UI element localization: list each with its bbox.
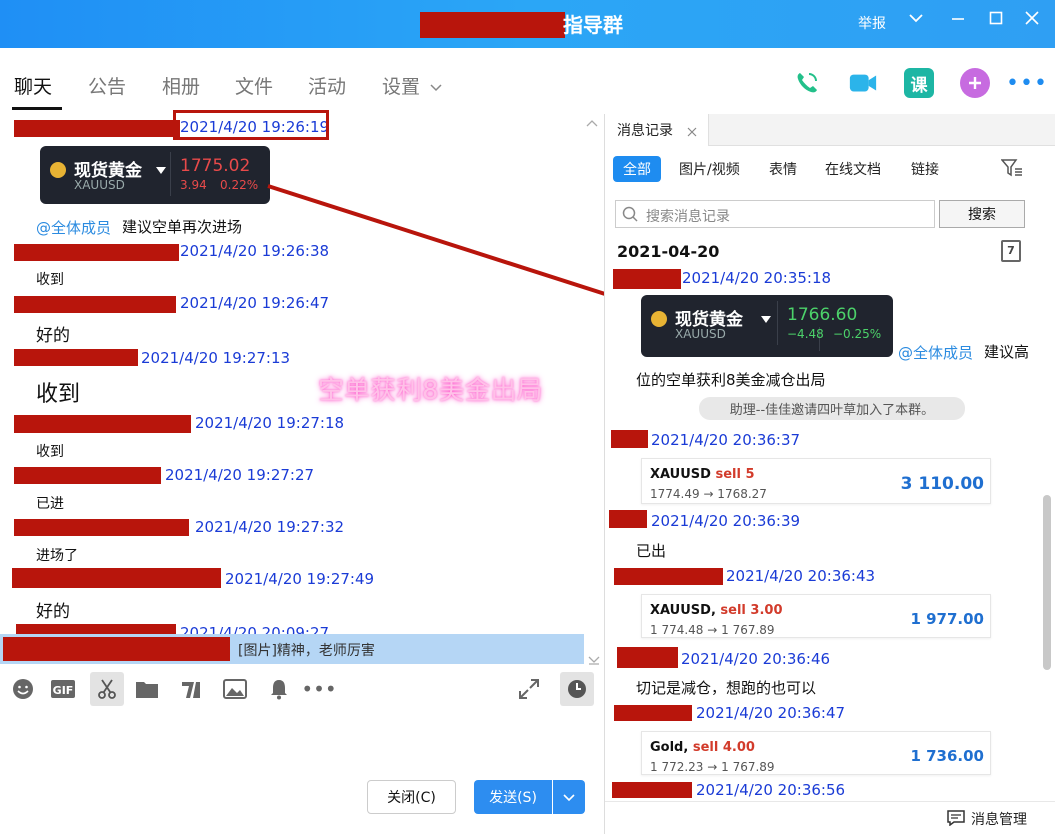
search-icon — [622, 206, 638, 226]
message-text: 建议高 — [984, 343, 1030, 361]
search-button[interactable]: 搜索 — [939, 200, 1025, 228]
history-tab-bar: 消息记录 — [605, 114, 1055, 146]
send-button[interactable]: 发送(S) — [474, 780, 552, 814]
trade-prices: 1 774.48 → 1 767.89 — [650, 623, 775, 637]
history-date: 2021-04-20 — [617, 242, 720, 261]
gold-coin-icon — [651, 311, 667, 327]
svg-text:GIF: GIF — [53, 684, 74, 697]
trade-value: 1 977.00 — [910, 610, 984, 628]
redacted-sender — [609, 510, 647, 528]
image-icon[interactable] — [222, 676, 248, 702]
filter-links[interactable]: 链接 — [911, 159, 939, 179]
history-scrollbar[interactable] — [1043, 495, 1051, 670]
system-notice: 助理--佳佳邀请四叶草加入了本群。 — [699, 397, 965, 420]
ticker-change-pct: −0.25% — [833, 327, 882, 341]
message-time: 2021/4/20 20:36:56 — [696, 781, 846, 799]
message-time: 2021/4/20 20:36:46 — [681, 650, 831, 668]
history-search-input[interactable]: 搜索消息记录 — [615, 200, 935, 228]
gold-ticker-card[interactable]: 现货黄金 XAUUSD 1766.60 −4.48 −0.25% — [641, 295, 893, 357]
message-text: 已出 — [636, 542, 667, 560]
search-placeholder: 搜索消息记录 — [646, 209, 730, 225]
trade-value: 3 110.00 — [900, 474, 984, 494]
message-time: 2021/4/20 20:36:43 — [726, 567, 876, 585]
folder-icon[interactable] — [134, 676, 160, 702]
screen-share-icon[interactable] — [178, 676, 204, 702]
filter-emoji[interactable]: 表情 — [769, 159, 797, 179]
redacted-sender — [611, 430, 648, 448]
expand-icon[interactable] — [516, 676, 542, 702]
message-time: 2021/4/20 20:35:18 — [682, 269, 832, 287]
trade-side: sell 4.00 — [692, 740, 755, 755]
redacted-sender — [614, 705, 692, 721]
quoted-message-text: [图片]精神，老师厉害 — [238, 643, 375, 659]
redacted-sender — [614, 568, 723, 585]
trade-symbol: Gold, — [650, 740, 689, 755]
close-button[interactable]: 关闭(C) — [367, 780, 456, 814]
trade-prices: 1774.49 → 1768.27 — [650, 487, 767, 501]
scissors-icon[interactable] — [90, 672, 124, 706]
filter-media[interactable]: 图片/视频 — [679, 159, 740, 179]
trade-side: sell 5 — [715, 467, 755, 482]
quoted-message-bar[interactable]: [图片]精神，老师厉害 — [0, 634, 584, 664]
filter-settings-icon[interactable] — [1000, 158, 1023, 182]
more-icon[interactable]: ••• — [301, 676, 336, 702]
trade-side: sell 3.00 — [720, 603, 783, 618]
chevron-down-icon — [563, 794, 575, 802]
mention-all[interactable]: @全体成员 — [898, 342, 973, 363]
ticker-price: 1766.60 — [787, 305, 858, 325]
message-text: 切记是减仓，想跑的也可以 — [636, 679, 817, 697]
trade-symbol: XAUUSD, — [650, 603, 716, 618]
redacted-sender — [613, 269, 681, 289]
scroll-bottom-icon[interactable] — [588, 650, 600, 669]
trade-card[interactable]: XAUUSD sell 5 1774.49 → 1768.27 3 110.00 — [641, 458, 991, 504]
input-toolbar: GIF ••• — [0, 670, 603, 710]
message-time: 2021/4/20 20:36:39 — [651, 512, 801, 530]
history-tab-label: 消息记录 — [617, 123, 673, 139]
trade-prices: 1 772.23 → 1 767.89 — [650, 760, 775, 774]
redacted-sender — [617, 647, 678, 668]
bell-icon[interactable] — [266, 676, 292, 702]
trade-symbol: XAUUSD — [650, 467, 711, 482]
divider — [777, 301, 778, 345]
history-clock-icon[interactable] — [560, 672, 594, 706]
redacted-sender — [612, 782, 692, 798]
redacted-sender — [3, 637, 230, 661]
calendar-icon[interactable]: 7 — [1001, 240, 1021, 262]
ticker-symbol: XAUUSD — [675, 327, 726, 341]
send-options-button[interactable] — [553, 780, 585, 814]
trade-value: 1 736.00 — [910, 747, 984, 765]
close-tab-icon[interactable] — [687, 122, 697, 141]
filter-docs[interactable]: 在线文档 — [825, 159, 881, 179]
trade-card[interactable]: XAUUSD, sell 3.00 1 774.48 → 1 767.89 1 … — [641, 594, 991, 638]
message-manage-button[interactable]: 消息管理 — [971, 809, 1027, 829]
gif-icon[interactable]: GIF — [50, 676, 76, 702]
message-manage-icon — [947, 810, 965, 830]
trade-card[interactable]: Gold, sell 4.00 1 772.23 → 1 767.89 1 73… — [641, 731, 991, 775]
filter-all[interactable]: 全部 — [613, 156, 661, 182]
caret-down-icon — [761, 309, 771, 328]
emoji-icon[interactable] — [10, 676, 36, 702]
history-panel: 消息记录 全部 图片/视频 表情 在线文档 链接 搜索消息记录 搜索 2021-… — [604, 114, 1055, 834]
ticker-change: −4.48 — [787, 327, 824, 341]
message-text: 位的空单获利8美金减仓出局 — [636, 371, 826, 389]
message-time: 2021/4/20 20:36:37 — [651, 431, 801, 449]
message-time: 2021/4/20 20:36:47 — [696, 704, 846, 722]
history-footer: 消息管理 — [605, 801, 1055, 834]
tab-history[interactable]: 消息记录 — [605, 114, 709, 146]
